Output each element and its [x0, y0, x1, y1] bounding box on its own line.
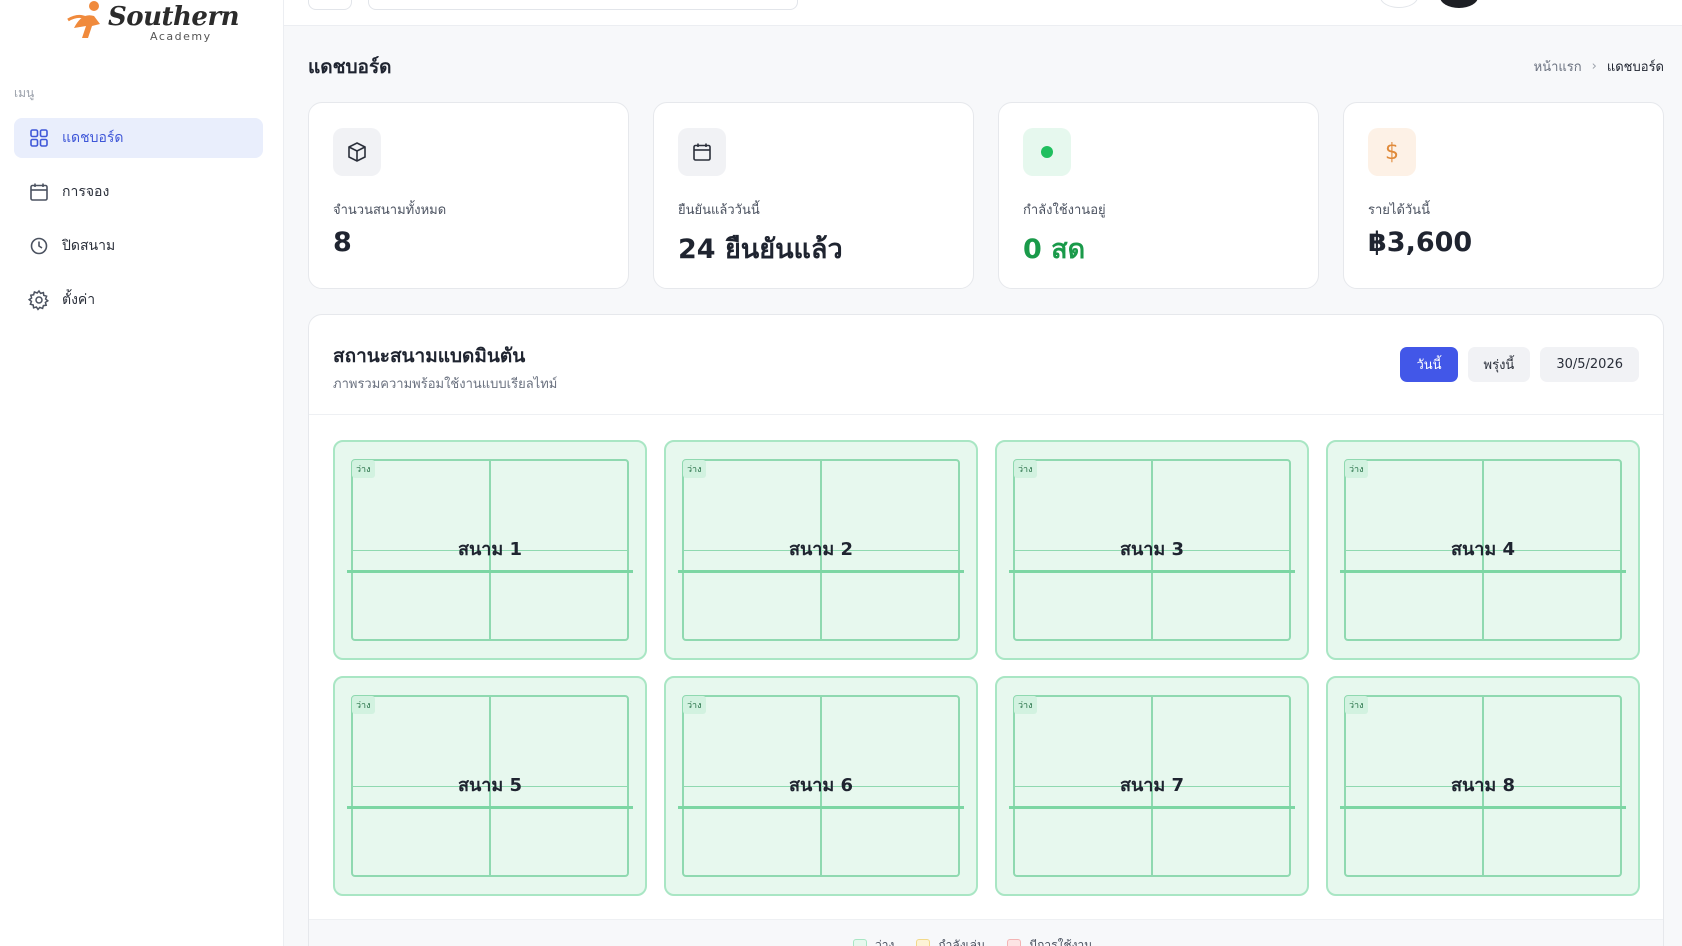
court-card[interactable]: ว่าง สนาม 7: [995, 676, 1309, 896]
panel-title: สถานะสนามแบดมินตัน: [333, 345, 526, 367]
grid-icon: [28, 127, 50, 149]
legend-label: มีการใช้งาน: [1029, 938, 1093, 946]
court-name: สนาม 2: [788, 539, 854, 560]
legend-swatch: [853, 938, 867, 946]
stat-label: จำนวนสนามทั้งหมด: [333, 203, 447, 218]
court-card[interactable]: ว่าง สนาม 1: [333, 440, 647, 660]
dollar-icon: $: [1368, 128, 1416, 176]
court-card[interactable]: ว่าง สนาม 4: [1326, 440, 1640, 660]
gear-icon: [28, 289, 50, 311]
legend-bar: ว่าง กำลังเล่น มีการใช้งาน: [309, 919, 1663, 946]
stat-value: 0 สด: [1023, 234, 1086, 265]
legend-label: ว่าง: [875, 938, 895, 946]
sidebar-item-label: ปิดสนาม: [62, 238, 116, 254]
legend-swatch: [1007, 938, 1022, 946]
menu-label: เมนู: [14, 86, 35, 100]
stat-card-revenue-today: $ รายได้วันนี้ ฿3,600: [1343, 102, 1664, 289]
status-badge: ว่าง: [683, 460, 706, 478]
status-badge: ว่าง: [1345, 696, 1368, 714]
court-status-panel: สถานะสนามแบดมินตัน ภาพรวมความพร้อมใช้งาน…: [308, 314, 1664, 946]
panel-header: สถานะสนามแบดมินตัน ภาพรวมความพร้อมใช้งาน…: [309, 315, 1663, 415]
sidebar-nav: แดชบอร์ด การจอง ปิดสนาม ตั้งค่า: [14, 118, 263, 334]
status-badge: ว่าง: [683, 696, 706, 714]
court-name: สนาม 7: [1119, 775, 1185, 796]
status-badge: ว่าง: [1345, 460, 1368, 478]
stat-label: กำลังใช้งานอยู่: [1023, 203, 1106, 218]
breadcrumb-home-link[interactable]: หน้าแรก: [1534, 56, 1582, 77]
avatar[interactable]: [1440, 0, 1478, 8]
court-name: สนาม 8: [1450, 775, 1516, 796]
sidebar-item-label: ตั้งค่า: [62, 292, 96, 308]
court-card[interactable]: ว่าง สนาม 2: [664, 440, 978, 660]
sidebar-item-close-court[interactable]: ปิดสนาม: [14, 226, 263, 266]
sidebar: Southern Academy เมนู แดชบอร์ด การจอง ปิ…: [0, 0, 284, 946]
stat-card-confirmed-today: ยืนยันแล้ววันนี้ 24 ยืนยันแล้ว: [653, 102, 974, 289]
sidebar-item-label: แดชบอร์ด: [62, 130, 124, 146]
brand-logo[interactable]: Southern Academy: [64, 0, 240, 50]
court-name: สนาม 4: [1450, 539, 1516, 560]
court-card[interactable]: ว่าง สนาม 8: [1326, 676, 1640, 896]
sidebar-item-label: การจอง: [62, 184, 110, 200]
legend: ว่าง กำลังเล่น มีการใช้งาน: [853, 936, 1092, 946]
breadcrumb-current: แดชบอร์ด: [1606, 60, 1664, 75]
court-card[interactable]: ว่าง สนาม 5: [333, 676, 647, 896]
stat-label: รายได้วันนี้: [1368, 203, 1430, 218]
status-badge: ว่าง: [352, 460, 375, 478]
clock-icon: [28, 235, 50, 257]
box-icon: [333, 128, 381, 176]
court-name: สนาม 3: [1119, 539, 1185, 560]
stat-label: ยืนยันแล้ววันนี้: [678, 203, 760, 218]
date-picker-button[interactable]: 30/5/2026: [1540, 347, 1639, 382]
search-input[interactable]: [368, 0, 798, 10]
stat-value: ฿3,600: [1368, 227, 1473, 258]
sidebar-item-dashboard[interactable]: แดชบอร์ด: [14, 118, 263, 158]
runner-logo-icon: [67, 1, 100, 38]
notification-button[interactable]: [1380, 0, 1418, 8]
stats-row: จำนวนสนามทั้งหมด 8 ยืนยันแล้ววันนี้ 24 ย…: [308, 102, 1664, 289]
legend-swatch: [916, 938, 931, 946]
legend-item-occupied: มีการใช้งาน: [1007, 936, 1092, 946]
tomorrow-button[interactable]: พรุ่งนี้: [1467, 347, 1531, 382]
stat-value: 8: [333, 227, 352, 258]
menu-toggle-button[interactable]: [308, 0, 352, 10]
legend-item-available: ว่าง: [853, 936, 894, 946]
stat-value: 24 ยืนยันแล้ว: [678, 234, 843, 265]
brand-name: Southern: [108, 2, 240, 32]
status-badge: ว่าง: [352, 696, 375, 714]
brand-sub: Academy: [150, 30, 212, 43]
chevron-right-icon: ›: [1591, 59, 1597, 74]
date-filter: วันนี้ พรุ่งนี้ 30/5/2026: [1400, 347, 1639, 382]
page-title: แดชบอร์ด: [308, 56, 392, 78]
court-card[interactable]: ว่าง สนาม 6: [664, 676, 978, 896]
stat-card-total-courts: จำนวนสนามทั้งหมด 8: [308, 102, 629, 289]
court-name: สนาม 5: [457, 775, 523, 796]
status-badge: ว่าง: [1014, 696, 1037, 714]
today-button[interactable]: วันนี้: [1400, 347, 1458, 382]
court-name: สนาม 6: [788, 775, 854, 796]
calendar-icon: [678, 128, 726, 176]
panel-subtitle: ภาพรวมความพร้อมใช้งานแบบเรียลไทม์: [333, 377, 558, 392]
status-badge: ว่าง: [1014, 460, 1037, 478]
stat-card-in-use: กำลังใช้งานอยู่ 0 สด: [998, 102, 1319, 289]
sidebar-item-settings[interactable]: ตั้งค่า: [14, 280, 263, 320]
court-name: สนาม 1: [457, 539, 523, 560]
court-grid: ว่าง สนาม 1 ว่าง สนาม 2 ว่าง สนาม 3 ว่าง…: [333, 440, 1641, 896]
breadcrumb: หน้าแรก › แดชบอร์ด: [1534, 56, 1664, 77]
top-bar: [284, 0, 1682, 26]
live-dot-icon: [1023, 128, 1071, 176]
sidebar-item-booking[interactable]: การจอง: [14, 172, 263, 212]
calendar-icon: [28, 181, 50, 203]
court-card[interactable]: ว่าง สนาม 3: [995, 440, 1309, 660]
legend-label: กำลังเล่น: [938, 938, 986, 946]
legend-item-playing: กำลังเล่น: [916, 936, 985, 946]
